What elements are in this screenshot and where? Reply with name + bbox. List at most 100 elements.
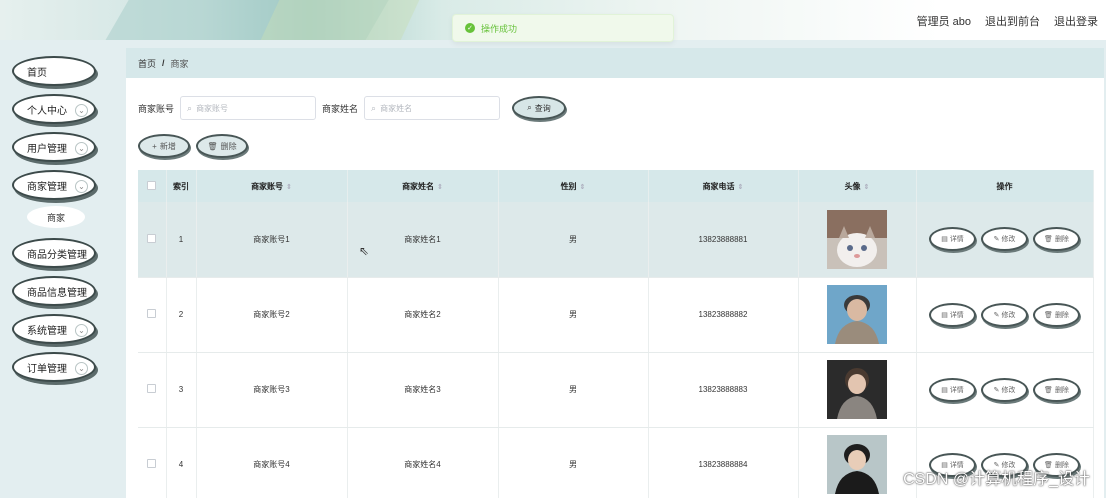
actions-cell: ▤ 详情 ✎ 修改 🗑 删除 <box>916 277 1094 353</box>
sidebar-item-home[interactable]: 首页 <box>12 56 96 86</box>
sidebar-item-label: 用户管理 <box>27 143 67 155</box>
column-header-phone[interactable]: 商家电话 ⇕ <box>648 170 799 202</box>
trash-icon: 🗑 <box>1044 386 1053 394</box>
chevron-down-icon: ⌄ <box>75 142 88 155</box>
delete-button[interactable]: 🗑 删除 <box>1033 377 1080 402</box>
row-checkbox[interactable] <box>147 384 157 393</box>
phone-cell: 13823888883 <box>648 352 799 428</box>
select-all-checkbox-cell[interactable] <box>138 170 167 202</box>
avatar-image[interactable] <box>827 435 887 494</box>
table-row[interactable]: 2 商家账号2 商家姓名2 男 13823888882 ▤ 详情 ✎ 修改 🗑 … <box>138 277 1094 353</box>
sidebar-item-label: 商品分类管理 <box>27 249 87 261</box>
delete-button-label: 删除 <box>220 141 237 151</box>
sidebar-item-personal-center[interactable]: 个人中心 ⌄ <box>12 94 96 124</box>
table-row[interactable]: 1 商家账号1 商家姓名1 男 13823888881 ▤ 详情 ✎ 修改 🗑 … <box>138 202 1094 278</box>
avatar-image[interactable] <box>827 285 887 344</box>
index-cell: 2 <box>166 277 197 353</box>
account-placeholder: 商家账号 <box>196 103 229 113</box>
index-cell: 4 <box>166 427 197 498</box>
plus-icon: + <box>152 141 157 151</box>
edit-button[interactable]: ✎ 修改 <box>981 302 1028 327</box>
row-checkbox-cell[interactable] <box>138 202 167 278</box>
phone-cell: 13823888882 <box>648 277 799 353</box>
avatar-cell <box>798 352 917 428</box>
logout-link[interactable]: 退出登录 <box>1054 13 1098 29</box>
delete-button[interactable]: 🗑 删除 <box>1033 302 1080 327</box>
sort-icon[interactable]: ⇕ <box>286 184 292 191</box>
table-header-row: 索引 商家账号 ⇕ 商家姓名 ⇕ 性别 ⇕ 商家电话 ⇕ 头像 ⇕ 操作 <box>138 170 1094 202</box>
row-checkbox-cell[interactable] <box>138 277 167 353</box>
avatar-cell <box>798 202 917 278</box>
avatar-image[interactable] <box>827 360 887 419</box>
search-icon: ⌕ <box>371 102 377 113</box>
add-button-label: 新增 <box>159 141 176 151</box>
mouse-pointer-icon: ⇖ <box>359 244 370 258</box>
actions-cell: ▤ 详情 ✎ 修改 🗑 删除 <box>916 202 1094 278</box>
detail-button[interactable]: ▤ 详情 <box>929 227 976 252</box>
account-cell: 商家账号2 <box>196 277 348 353</box>
row-checkbox-cell[interactable] <box>138 427 167 498</box>
index-cell: 3 <box>166 352 197 428</box>
name-search-input[interactable]: ⌕ 商家姓名 <box>364 96 501 120</box>
sidebar-item-label: 商品信息管理 <box>27 287 87 299</box>
query-button[interactable]: ⌕ 查询 <box>512 96 567 120</box>
select-all-checkbox[interactable] <box>147 180 157 190</box>
name-placeholder: 商家姓名 <box>380 103 413 113</box>
sidebar-item-label: 个人中心 <box>27 105 67 117</box>
sort-icon[interactable]: ⇕ <box>864 184 870 191</box>
row-checkbox-cell[interactable] <box>138 352 167 428</box>
breadcrumb: 首页 / 商家 <box>126 48 1104 78</box>
edit-button[interactable]: ✎ 修改 <box>981 227 1028 252</box>
row-checkbox[interactable] <box>147 233 157 243</box>
column-header-actions: 操作 <box>916 170 1094 202</box>
document-icon: ▤ <box>941 311 948 319</box>
actions-cell: ▤ 详情 ✎ 修改 🗑 删除 <box>916 352 1094 428</box>
trash-icon: 🗑 <box>207 141 218 151</box>
main-content: 首页 / 商家 商家账号 ⌕ 商家账号 商家姓名 ⌕ 商家姓名 ⌕ 查询 + 新… <box>126 48 1104 498</box>
account-search-input[interactable]: ⌕ 商家账号 <box>180 96 317 120</box>
gender-cell: 男 <box>498 202 649 278</box>
account-label: 商家账号 <box>138 103 175 114</box>
breadcrumb-home[interactable]: 首页 <box>138 57 156 70</box>
column-header-index: 索引 <box>166 170 197 202</box>
sort-icon[interactable]: ⇕ <box>437 184 443 191</box>
edit-button[interactable]: ✎ 修改 <box>981 377 1028 402</box>
add-button[interactable]: + 新增 <box>138 134 190 158</box>
back-to-front-link[interactable]: 退出到前台 <box>985 13 1040 29</box>
sidebar-item-order-management[interactable]: 订单管理 ⌄ <box>12 352 96 382</box>
sidebar-subitem-merchant[interactable]: 商家 <box>27 206 85 228</box>
sidebar-item-label: 订单管理 <box>27 363 67 375</box>
chevron-down-icon: ⌄ <box>75 362 88 375</box>
breadcrumb-current: 商家 <box>170 58 189 69</box>
batch-delete-button[interactable]: 🗑 删除 <box>196 134 248 158</box>
delete-button[interactable]: 🗑 删除 <box>1033 227 1080 252</box>
row-checkbox[interactable] <box>147 309 157 318</box>
column-header-gender[interactable]: 性别 ⇕ <box>498 170 649 202</box>
column-header-name[interactable]: 商家姓名 ⇕ <box>347 170 499 202</box>
table-row[interactable]: 3 商家账号3 商家姓名3 男 13823888883 ▤ 详情 ✎ 修改 🗑 … <box>138 352 1094 428</box>
gender-cell: 男 <box>498 352 649 428</box>
success-toast: ✓ 操作成功 <box>452 14 674 42</box>
action-toolbar: + 新增 🗑 删除 <box>138 134 248 158</box>
column-header-avatar[interactable]: 头像 ⇕ <box>798 170 917 202</box>
row-checkbox[interactable] <box>147 459 157 468</box>
sidebar-item-product-management[interactable]: 商品信息管理 <box>12 276 96 306</box>
gender-cell: 男 <box>498 427 649 498</box>
sort-icon[interactable]: ⇕ <box>738 184 744 191</box>
avatar-image[interactable] <box>827 209 887 269</box>
admin-user-label[interactable]: 管理员 abo <box>917 13 971 29</box>
account-cell: 商家账号4 <box>196 427 348 498</box>
avatar-cell <box>798 427 917 498</box>
trash-icon: 🗑 <box>1044 311 1053 319</box>
detail-button[interactable]: ▤ 详情 <box>929 377 976 402</box>
sidebar-item-user-management[interactable]: 用户管理 ⌄ <box>12 132 96 162</box>
phone-cell: 13823888884 <box>648 427 799 498</box>
search-form: 商家账号 ⌕ 商家账号 商家姓名 ⌕ 商家姓名 ⌕ 查询 <box>138 96 567 120</box>
column-header-account[interactable]: 商家账号 ⇕ <box>196 170 348 202</box>
sidebar-item-merchant-management[interactable]: 商家管理 ⌄ <box>12 170 96 200</box>
sort-icon[interactable]: ⇕ <box>580 184 586 191</box>
sidebar-item-category-management[interactable]: 商品分类管理 <box>12 238 96 268</box>
gender-cell: 男 <box>498 277 649 353</box>
sidebar-item-system-management[interactable]: 系统管理 ⌄ <box>12 314 96 344</box>
detail-button[interactable]: ▤ 详情 <box>929 302 976 327</box>
